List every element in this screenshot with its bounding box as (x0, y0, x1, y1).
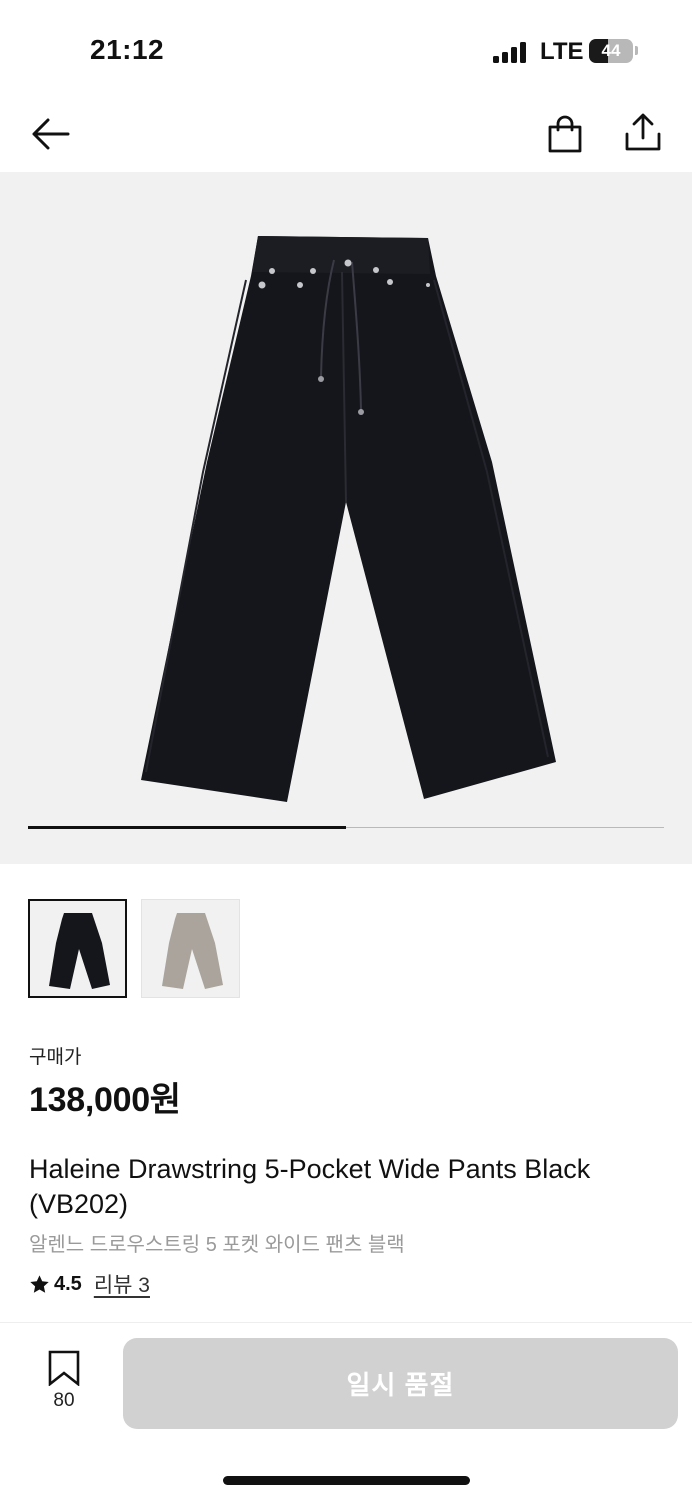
arrow-left-icon (32, 118, 70, 150)
share-icon (625, 113, 661, 151)
thumbnail-black-image (48, 912, 110, 989)
product-image-pants (141, 236, 556, 802)
carousel-progress-fill (28, 826, 346, 829)
status-bar: 21:12 LTE 44 (0, 0, 692, 96)
color-thumbnails (28, 899, 240, 998)
bottom-bar-divider (0, 1322, 692, 1323)
bookmark-icon (48, 1350, 80, 1386)
product-detail-screen: 21:12 LTE 44 구매가 138,000원 Haleine Drawst… (0, 0, 692, 1500)
review-link[interactable]: 리뷰 3 (94, 1269, 150, 1299)
star-icon (30, 1274, 49, 1293)
bookmark-count: 80 (53, 1390, 75, 1411)
product-title-korean: 알렌느 드로우스트링 5 포켓 와이드 팬츠 블랙 (29, 1234, 405, 1256)
price: 138,000원 (29, 1081, 181, 1119)
status-time: 21:12 (90, 34, 165, 65)
thumbnail-black[interactable] (28, 899, 127, 998)
shopping-bag-button[interactable] (541, 110, 589, 158)
rating-value: 4.5 (54, 1272, 82, 1295)
bookmark-button[interactable]: 80 (38, 1350, 90, 1418)
product-title-english: Haleine Drawstring 5-Pocket Wide Pants B… (29, 1154, 591, 1219)
thumbnail-gray[interactable] (141, 899, 240, 998)
network-type: LTE (540, 38, 584, 65)
signal-strength-icon (493, 41, 529, 63)
thumbnail-gray-image (161, 912, 223, 989)
carousel-progress-track (28, 826, 664, 829)
rating-row: 4.5 리뷰 3 (29, 1269, 150, 1299)
product-image-carousel[interactable] (0, 172, 692, 864)
shopping-bag-icon (548, 115, 582, 153)
battery-cap (635, 46, 638, 55)
battery-level: 44 (601, 41, 621, 60)
top-nav-bar (0, 96, 692, 172)
home-indicator (223, 1476, 470, 1485)
back-button[interactable] (26, 110, 74, 158)
battery-icon: 44 (589, 39, 633, 63)
sold-out-button[interactable]: 일시 품절 (123, 1338, 678, 1429)
price-label: 구매가 (29, 1047, 82, 1068)
share-button[interactable] (619, 108, 667, 156)
